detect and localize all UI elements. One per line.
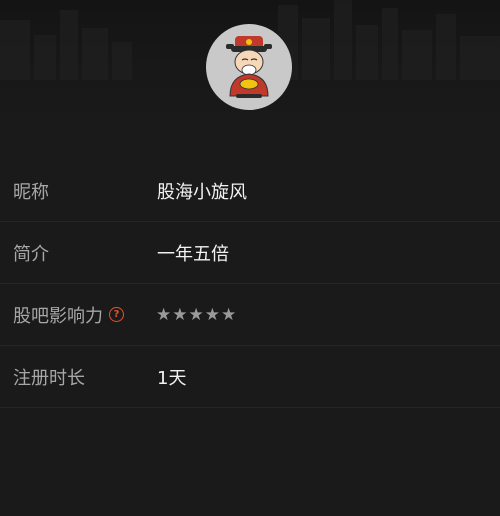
help-question-icon[interactable]: ? — [109, 307, 124, 322]
registered-row: 注册时长 1天 — [0, 346, 500, 408]
influence-label-group: 股吧影响力 ? — [13, 302, 124, 328]
profile-info-list: 昵称 股海小旋风 简介 一年五倍 股吧影响力 ? ★★★★★ 注册时长 1天 — [0, 160, 500, 408]
influence-row: 股吧影响力 ? ★★★★★ — [0, 284, 500, 346]
god-of-wealth-avatar-icon — [226, 36, 272, 98]
nickname-value: 股海小旋风 — [157, 181, 247, 203]
registered-label: 注册时长 — [13, 367, 85, 389]
user-avatar[interactable] — [206, 24, 292, 110]
nickname-label: 昵称 — [13, 181, 49, 203]
user-profile-page: 昵称 股海小旋风 简介 一年五倍 股吧影响力 ? ★★★★★ 注册时长 1天 — [0, 0, 500, 516]
intro-value: 一年五倍 — [157, 243, 229, 265]
intro-label: 简介 — [13, 243, 49, 265]
registered-value: 1天 — [157, 367, 187, 389]
influence-star-rating: ★★★★★ — [156, 304, 238, 325]
nickname-row: 昵称 股海小旋风 — [0, 160, 500, 222]
profile-header-background — [0, 0, 500, 130]
influence-label: 股吧影响力 — [13, 305, 103, 327]
intro-row: 简介 一年五倍 — [0, 222, 500, 284]
